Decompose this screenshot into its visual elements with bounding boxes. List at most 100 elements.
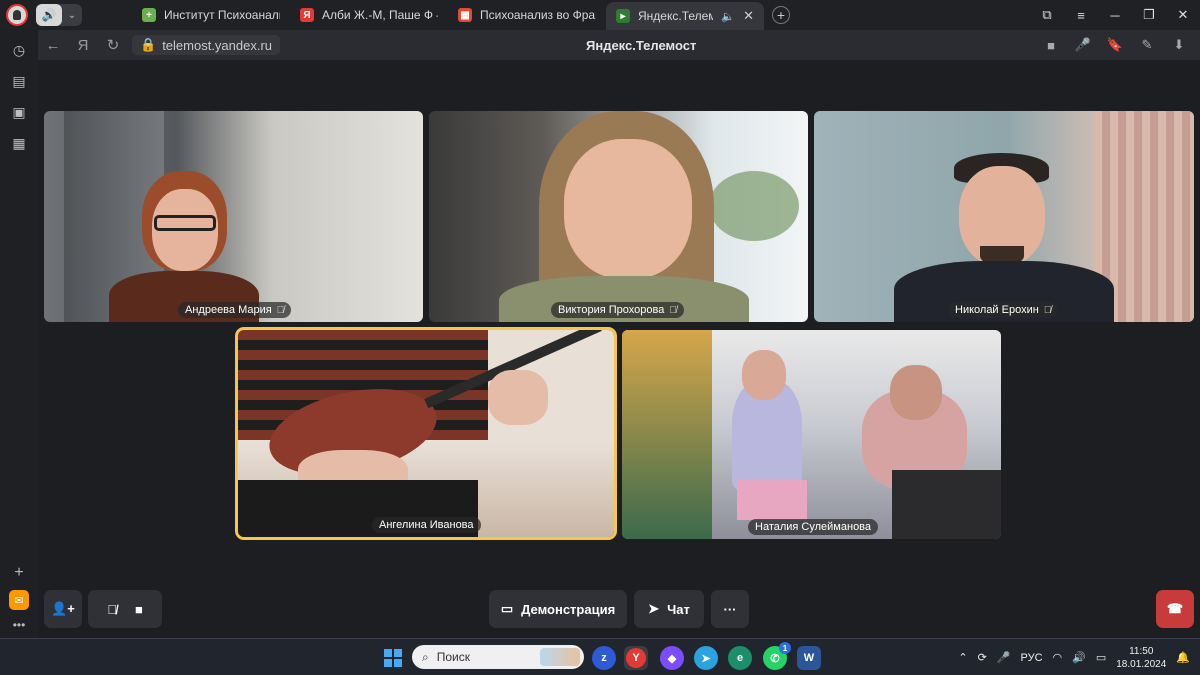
hang-up-icon: ☎	[1166, 601, 1184, 616]
windows-taskbar: ⌕ Поиск z Y ◆ ➤ e ✆ 1 W ⌃ ⟳ 🎤 РУС ◠ 🔊 ▭ …	[0, 638, 1200, 675]
media-toggle-group: 🎙̸ ■	[88, 590, 162, 628]
address-bar-actions: ■ 🎤 🔖 ✎ ⬇	[1038, 30, 1192, 60]
browser-tab-strip: 🔊 ⌄ + Институт Психоанализа н Я Алби Ж.-…	[0, 0, 1200, 30]
participant-name: Николай Ерохин	[955, 304, 1039, 316]
yandex-browser-icon[interactable]: Y	[624, 646, 648, 670]
participant-name: Андреева Мария	[185, 304, 272, 316]
tab-label: Психоанализ во Франци	[480, 8, 596, 22]
video-tile-active-speaker[interactable]: Ангелина Иванова	[235, 327, 617, 540]
sync-icon[interactable]: ⟳	[978, 651, 987, 664]
video-tile[interactable]: Виктория Прохорова 🎙̸	[429, 111, 808, 322]
tab-list-icon[interactable]: ⧉	[1030, 7, 1064, 23]
screenshot-icon[interactable]: ▣	[8, 101, 30, 123]
participant-name-badge: Андреева Мария 🎙̸	[178, 302, 292, 318]
page-title: Яндекс.Телемост	[586, 38, 697, 53]
microphone-icon[interactable]: 🎤	[997, 651, 1011, 664]
mic-off-icon[interactable]: 🎙̸	[107, 602, 117, 617]
mic-muted-icon: 🎙̸	[276, 304, 285, 316]
screen-share-icon: ▭	[500, 601, 514, 616]
new-tab-button[interactable]: +	[772, 6, 790, 24]
wifi-icon[interactable]: ◠	[1053, 651, 1063, 664]
participant-name: Наталия Сулейманова	[755, 521, 872, 533]
tab-institute[interactable]: + Институт Психоанализа н	[132, 2, 290, 28]
zoom-app-icon[interactable]: z	[592, 646, 616, 670]
yandex-button-icon[interactable]: Я	[68, 37, 98, 54]
video-tile[interactable]: Наталия Сулейманова	[622, 330, 1001, 539]
participant-name: Виктория Прохорова	[558, 304, 665, 316]
taskbar-search[interactable]: ⌕ Поиск	[412, 645, 584, 669]
add-person-icon: 👤+	[51, 601, 75, 616]
collections-icon[interactable]: ▤	[8, 70, 30, 92]
url-field[interactable]: 🔒 telemost.yandex.ru	[132, 35, 281, 55]
search-placeholder: Поиск	[436, 650, 470, 664]
back-icon[interactable]: ←	[38, 37, 68, 54]
system-tray: ⌃ ⟳ 🎤 РУС ◠ 🔊 ▭ 11:50 18.01.2024 🔔	[958, 639, 1200, 675]
tab-albi[interactable]: Я Алби Ж.-М, Паше Ф — Ян	[290, 2, 448, 28]
tab-audio-control[interactable]: 🔊 ⌄	[36, 4, 82, 26]
edge-browser-icon[interactable]: e	[728, 646, 752, 670]
camera-icon[interactable]: ■	[135, 602, 143, 617]
extensions-icon[interactable]: ✎	[1134, 37, 1160, 53]
clock[interactable]: 11:50 18.01.2024	[1116, 645, 1166, 671]
history-icon[interactable]: ◷	[8, 39, 30, 61]
battery-icon[interactable]: ▭	[1096, 651, 1106, 664]
telegram-icon[interactable]: ➤	[694, 646, 718, 670]
downloads-icon[interactable]: ⬇	[1166, 37, 1192, 53]
participant-name-badge: Николай Ерохин 🎙̸	[948, 302, 1059, 318]
mic-permission-icon[interactable]: 🎤	[1070, 37, 1096, 53]
mail-icon[interactable]: ✉	[9, 590, 29, 610]
alice-app-icon[interactable]: ◆	[660, 646, 684, 670]
meeting-stage: Андреева Мария 🎙̸ Виктория Прохорова 🎙̸ …	[38, 60, 1200, 638]
participant-name-badge: Виктория Прохорова 🎙̸	[551, 302, 684, 318]
participant-name-badge: Наталия Сулейманова	[748, 519, 879, 535]
downloads-menu-icon[interactable]: ≡	[1064, 8, 1098, 23]
video-tile[interactable]: Андреева Мария 🎙̸	[44, 111, 423, 322]
notification-badge: 1	[779, 642, 791, 654]
invite-participant-button[interactable]: 👤+	[44, 590, 82, 628]
bookmark-icon[interactable]: 🔖	[1102, 37, 1128, 53]
more-options-button[interactable]: ···	[711, 590, 749, 628]
telemost-favicon-icon: ▸	[616, 9, 630, 23]
leave-call-button[interactable]: ☎	[1156, 590, 1194, 628]
tab-audio-icon[interactable]: 🔈	[721, 10, 735, 23]
tab-psychoanalysis-france[interactable]: ▦ Психоанализ во Франци	[448, 2, 606, 28]
more-icon[interactable]: •••	[13, 618, 26, 632]
whatsapp-icon[interactable]: ✆ 1	[763, 642, 791, 670]
browser-sidebar: ◷ ▤ ▣ ▦ + ✉ •••	[0, 30, 38, 638]
close-tab-icon[interactable]: ✕	[743, 8, 754, 24]
speaker-icon[interactable]: 🔊	[36, 4, 62, 26]
search-icon: ⌕	[422, 649, 429, 664]
minimize-button[interactable]: ─	[1098, 8, 1132, 23]
participant-name: Ангелина Иванова	[379, 519, 474, 531]
search-highlight-image	[540, 648, 580, 666]
camera-permission-icon[interactable]: ■	[1038, 38, 1064, 53]
notifications-bell-icon[interactable]: 🔔	[1176, 651, 1190, 664]
apps-grid-icon[interactable]: ▦	[8, 132, 30, 154]
volume-icon[interactable]: 🔊	[1072, 651, 1086, 664]
chevron-up-icon[interactable]: ⌃	[958, 651, 967, 664]
clock-date: 18.01.2024	[1116, 658, 1167, 670]
screen-share-label: Демонстрация	[521, 601, 616, 617]
tab-label: Алби Ж.-М, Паше Ф — Ян	[322, 8, 438, 22]
tab-label: Яндекс.Телемост	[638, 9, 714, 23]
send-icon: ➤	[648, 601, 660, 616]
windows-start-icon[interactable]	[384, 649, 402, 667]
restore-button[interactable]: ❐	[1132, 7, 1166, 23]
add-icon[interactable]: +	[14, 564, 23, 582]
word-app-icon[interactable]: W	[797, 646, 821, 670]
chevron-down-icon[interactable]: ⌄	[62, 10, 82, 21]
video-tile[interactable]: Николай Ерохин 🎙̸	[814, 111, 1194, 322]
window-controls: ⧉ ≡ ─ ❐ ✕	[1030, 0, 1200, 30]
reload-icon[interactable]: ↻	[98, 36, 128, 54]
tab-telemost[interactable]: ▸ Яндекс.Телемост 🔈 ✕	[606, 2, 764, 30]
screen-share-button[interactable]: ▭ Демонстрация	[489, 590, 627, 628]
url-text: telemost.yandex.ru	[162, 37, 273, 53]
tab-favicon-icon: +	[142, 8, 156, 22]
chat-label: Чат	[667, 601, 690, 617]
chat-button[interactable]: ➤ Чат	[634, 590, 704, 628]
yandex-favicon-icon: Я	[300, 8, 314, 22]
tab-favicon-icon: ▦	[458, 8, 472, 22]
profile-avatar[interactable]	[6, 4, 28, 26]
close-window-button[interactable]: ✕	[1166, 7, 1200, 23]
language-indicator[interactable]: РУС	[1020, 652, 1042, 664]
